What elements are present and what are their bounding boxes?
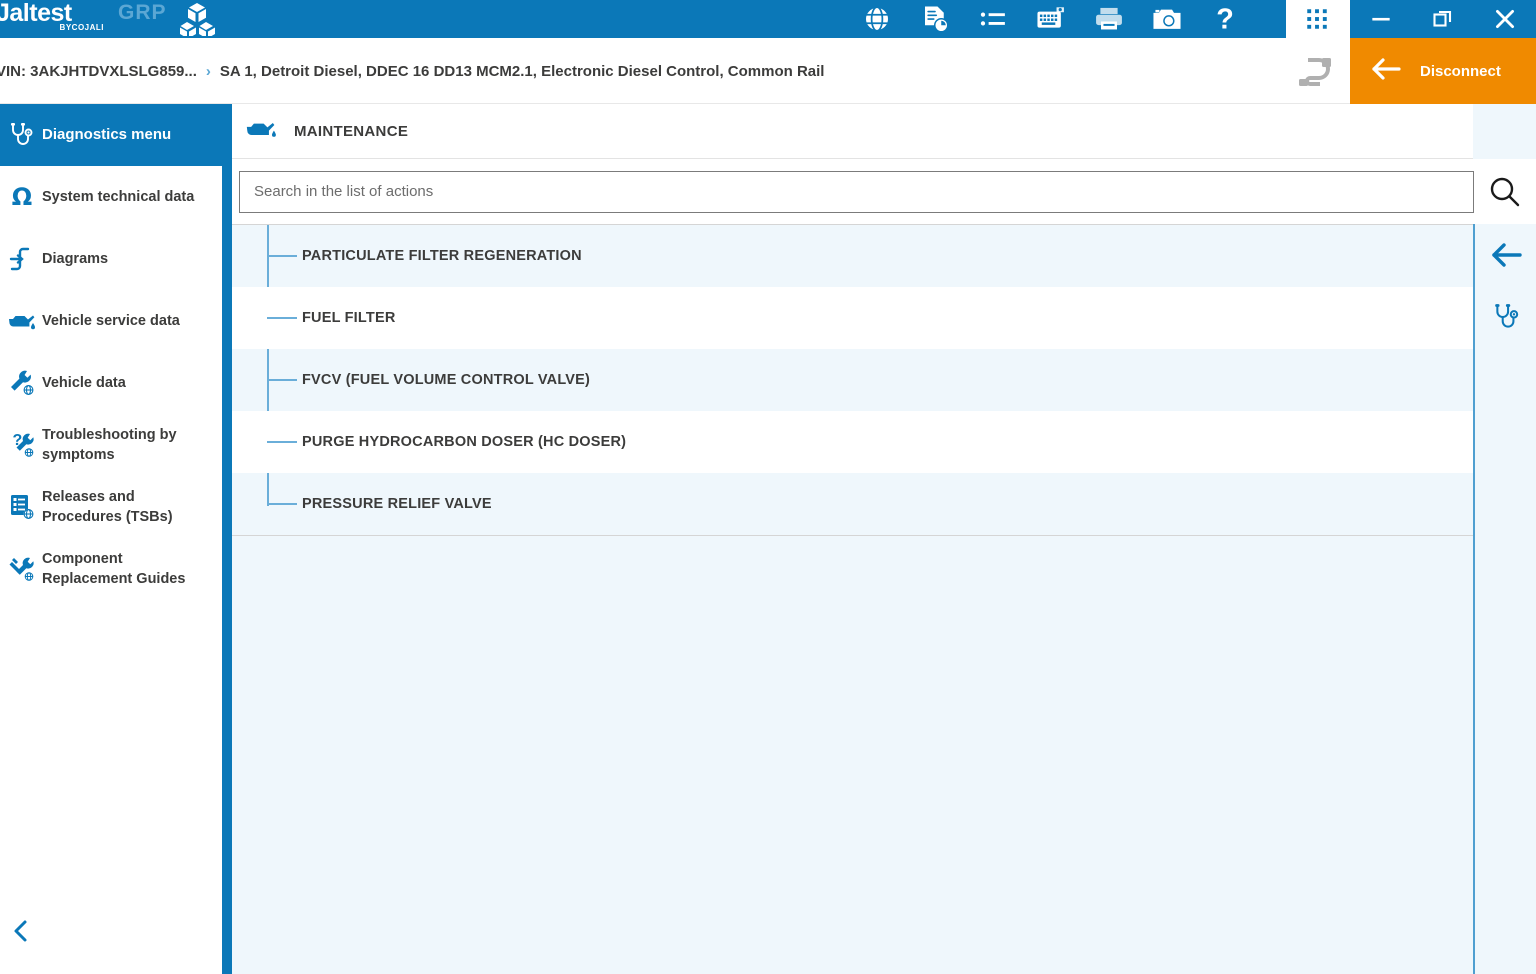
camera-icon[interactable] bbox=[1150, 2, 1184, 36]
tree-stub bbox=[267, 503, 297, 505]
list-bottom-divider bbox=[232, 535, 1473, 536]
svg-text:Ω: Ω bbox=[12, 183, 32, 211]
list-item[interactable]: PRESSURE RELIEF VALVE bbox=[232, 473, 1473, 535]
jaltest-logo: Jaltest BYCOJALI bbox=[0, 0, 108, 38]
omega-icon: Ω bbox=[2, 183, 42, 211]
arrow-left-icon bbox=[1370, 54, 1404, 89]
breadcrumb-system[interactable]: SA 1, Detroit Diesel, DDEC 16 DD13 MCM2.… bbox=[220, 63, 825, 80]
oil-can-icon bbox=[2, 309, 42, 333]
sidebar-item-label: Releases and Procedures (TSBs) bbox=[42, 489, 173, 525]
grp-label: GRP bbox=[118, 1, 167, 24]
breadcrumb: VIN: 3AKJHTDVXLSLG859... › SA 1, Detroit… bbox=[0, 38, 824, 104]
sidebar-item-label: Vehicle service data bbox=[42, 313, 180, 329]
tree-stub bbox=[267, 379, 297, 381]
globe-icon[interactable] bbox=[860, 2, 894, 36]
list-item[interactable]: FUEL FILTER bbox=[232, 287, 1473, 349]
printer-icon[interactable] bbox=[1092, 2, 1126, 36]
diagram-arrow-icon bbox=[2, 245, 42, 273]
list-item[interactable]: PARTICULATE FILTER REGENERATION bbox=[232, 225, 1473, 287]
sidebar-item-vehicle-data[interactable]: Vehicle data bbox=[0, 352, 222, 414]
sidebar-item-label: Troubleshooting by symptoms bbox=[42, 427, 177, 463]
diagnostics-button[interactable] bbox=[1475, 286, 1536, 348]
connector-cable-icon bbox=[1294, 56, 1338, 93]
sidebar-item-label: Vehicle data bbox=[42, 375, 126, 391]
sidebar-item-component-replacement-guides[interactable]: Component Replacement Guides bbox=[0, 538, 222, 600]
sidebar-item-troubleshooting-by-symptoms[interactable]: ? Troubleshooting by symptoms bbox=[0, 414, 222, 476]
list-icon[interactable] bbox=[976, 2, 1010, 36]
sidebar-item-label: Diagrams bbox=[42, 251, 109, 267]
oil-can-icon bbox=[244, 116, 280, 147]
keyboard-icon[interactable] bbox=[1034, 2, 1068, 36]
list-item-label: FUEL FILTER bbox=[302, 310, 396, 326]
tree-stub bbox=[267, 317, 297, 319]
sidebar-item-diagrams[interactable]: Diagrams bbox=[0, 228, 222, 290]
toolbar-icons: ? bbox=[860, 0, 1242, 38]
actions-list: PARTICULATE FILTER REGENERATION FUEL FIL… bbox=[232, 224, 1473, 974]
sidebar-item-vehicle-service-data[interactable]: Vehicle service data bbox=[0, 290, 222, 352]
document-history-icon[interactable] bbox=[918, 2, 952, 36]
chevron-right-icon: › bbox=[205, 62, 211, 80]
sidebar-divider bbox=[222, 104, 232, 974]
cubes-icon[interactable] bbox=[178, 2, 216, 41]
sidebar-item-label: Diagnostics menu bbox=[42, 126, 172, 143]
list-item[interactable]: FVCV (FUEL VOLUME CONTROL VALVE) bbox=[232, 349, 1473, 411]
sidebar-item-label: System technical data bbox=[42, 189, 195, 205]
minimize-button[interactable] bbox=[1350, 0, 1412, 38]
search-bar bbox=[232, 159, 1536, 224]
question-wrench-icon: ? bbox=[2, 431, 42, 459]
main-content: MAINTENANCE PARTICULATE FILTER REGENERAT… bbox=[232, 104, 1536, 974]
svg-text:?: ? bbox=[1216, 4, 1234, 34]
stethoscope-icon bbox=[2, 121, 42, 149]
search-box[interactable] bbox=[239, 170, 1475, 213]
tools-globe-icon bbox=[2, 555, 42, 583]
page-header: MAINTENANCE bbox=[232, 104, 1473, 159]
list-item[interactable]: PURGE HYDROCARBON DOSER (HC DOSER) bbox=[232, 411, 1473, 473]
title-bar: Jaltest BYCOJALI GRP ? bbox=[0, 0, 1536, 38]
document-globe-icon bbox=[2, 493, 42, 521]
restore-button[interactable] bbox=[1412, 0, 1474, 38]
search-button[interactable] bbox=[1474, 161, 1536, 223]
search-input[interactable] bbox=[254, 183, 1460, 200]
application-window: Jaltest BYCOJALI GRP ? VIN: 3AKJHTDVXLSL… bbox=[0, 0, 1536, 974]
sidebar-item-system-technical-data[interactable]: Ω System technical data bbox=[0, 166, 222, 228]
close-button[interactable] bbox=[1474, 0, 1536, 38]
disconnect-button[interactable]: Disconnect bbox=[1350, 38, 1536, 104]
sidebar-item-diagnostics-menu[interactable]: Diagnostics menu bbox=[0, 104, 222, 166]
disconnect-label: Disconnect bbox=[1420, 62, 1501, 80]
wrench-globe-icon bbox=[2, 369, 42, 397]
tree-stub bbox=[267, 441, 297, 443]
page-title: MAINTENANCE bbox=[294, 122, 409, 140]
chevron-left-icon bbox=[11, 918, 33, 949]
tree-stub bbox=[267, 255, 297, 257]
right-rail bbox=[1473, 224, 1536, 974]
window-controls bbox=[1350, 0, 1536, 38]
back-button[interactable] bbox=[1475, 224, 1536, 286]
sidebar-item-label: Component Replacement Guides bbox=[42, 551, 186, 587]
sidebar-collapse-button[interactable] bbox=[2, 916, 42, 950]
logo-wordmark: Jaltest bbox=[0, 0, 72, 27]
help-icon[interactable]: ? bbox=[1208, 2, 1242, 36]
sidebar: Diagnostics menu Ω System technical data… bbox=[0, 104, 222, 974]
apps-grid-icon[interactable] bbox=[1297, 0, 1337, 38]
breadcrumb-bar: VIN: 3AKJHTDVXLSLG859... › SA 1, Detroit… bbox=[0, 38, 1536, 104]
sidebar-item-releases-and-procedures[interactable]: Releases and Procedures (TSBs) bbox=[0, 476, 222, 538]
breadcrumb-vin[interactable]: VIN: 3AKJHTDVXLSLG859... bbox=[0, 63, 197, 80]
